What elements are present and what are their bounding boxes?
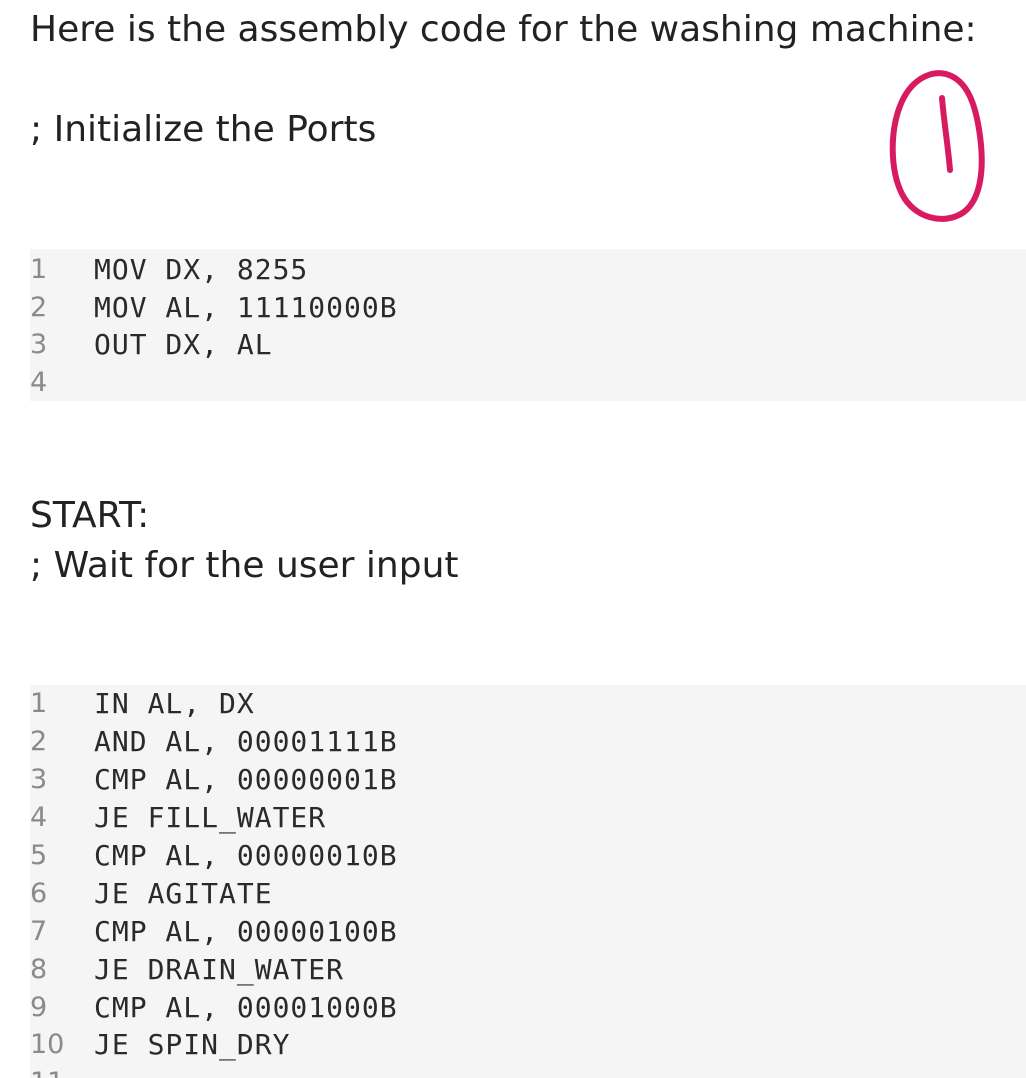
code-line: 8 JE DRAIN_WATER	[30, 950, 1026, 988]
line-number: 2	[30, 291, 48, 323]
code-line: 11	[30, 1064, 1026, 1078]
code-text: MOV AL, 11110000B	[94, 290, 398, 324]
code-line: 3 CMP AL, 00000001B	[30, 761, 1026, 799]
code-text: JE DRAIN_WATER	[94, 952, 345, 986]
code-text: JE AGITATE	[94, 876, 273, 910]
wait-input-comment: ; Wait for the user input	[30, 545, 459, 586]
code-text: CMP AL, 00000100B	[94, 914, 398, 948]
code-line: 10 JE SPIN_DRY	[30, 1026, 1026, 1064]
code-text: MOV DX, 8255	[94, 253, 309, 287]
line-number: 4	[30, 802, 48, 834]
code-line: 2 AND AL, 00001111B	[30, 723, 1026, 761]
code-text: CMP AL, 00001000B	[94, 990, 398, 1024]
line-number: 1	[30, 688, 48, 720]
start-label: START:	[30, 495, 150, 536]
code-line: 2 MOV AL, 11110000B	[30, 289, 1026, 327]
code-text: AND AL, 00001111B	[94, 725, 398, 759]
line-number: 6	[30, 877, 48, 909]
code-line: 4 JE FILL_WATER	[30, 799, 1026, 837]
code-block-initialize: 1 MOV DX, 8255 2 MOV AL, 11110000B 3 OUT…	[30, 249, 1026, 401]
line-number: 5	[30, 840, 48, 871]
document-page: Here is the assembly code for the washin…	[0, 0, 1026, 1078]
code-line: 5 CMP AL, 00000010B	[30, 837, 1026, 875]
code-text: OUT DX, AL	[94, 328, 273, 362]
line-number: 10	[30, 1029, 65, 1061]
line-number: 3	[30, 764, 48, 796]
line-number: 9	[30, 991, 48, 1023]
line-number: 2	[30, 726, 48, 758]
code-line: 7 CMP AL, 00000100B	[30, 912, 1026, 950]
code-line: 9 CMP AL, 00001000B	[30, 988, 1026, 1026]
intro-text: Here is the assembly code for the washin…	[30, 9, 977, 50]
code-text: CMP AL, 00000010B	[94, 839, 398, 872]
initialize-ports-comment: ; Initialize the Ports	[30, 109, 377, 150]
line-number: 3	[30, 329, 48, 361]
code-text: CMP AL, 00000001B	[94, 763, 398, 797]
exclamation-sketch-icon	[889, 70, 985, 222]
line-number: 7	[30, 915, 48, 947]
code-block-wait-input: 1 IN AL, DX 2 AND AL, 00001111B 3 CMP AL…	[30, 685, 1026, 1078]
code-line: 3 OUT DX, AL	[30, 326, 1026, 364]
line-number: 11	[30, 1067, 94, 1078]
line-number: 4	[30, 366, 48, 398]
code-text: IN AL, DX	[94, 687, 255, 721]
code-line: 4	[30, 364, 1026, 402]
line-number: 8	[30, 953, 48, 985]
code-line: 6 JE AGITATE	[30, 874, 1026, 912]
code-text: JE SPIN_DRY	[94, 1028, 291, 1062]
line-number: 1	[30, 254, 48, 286]
code-line: 1 IN AL, DX	[30, 685, 1026, 723]
code-text: JE FILL_WATER	[94, 801, 327, 835]
code-line: 1 MOV DX, 8255	[30, 251, 1026, 289]
